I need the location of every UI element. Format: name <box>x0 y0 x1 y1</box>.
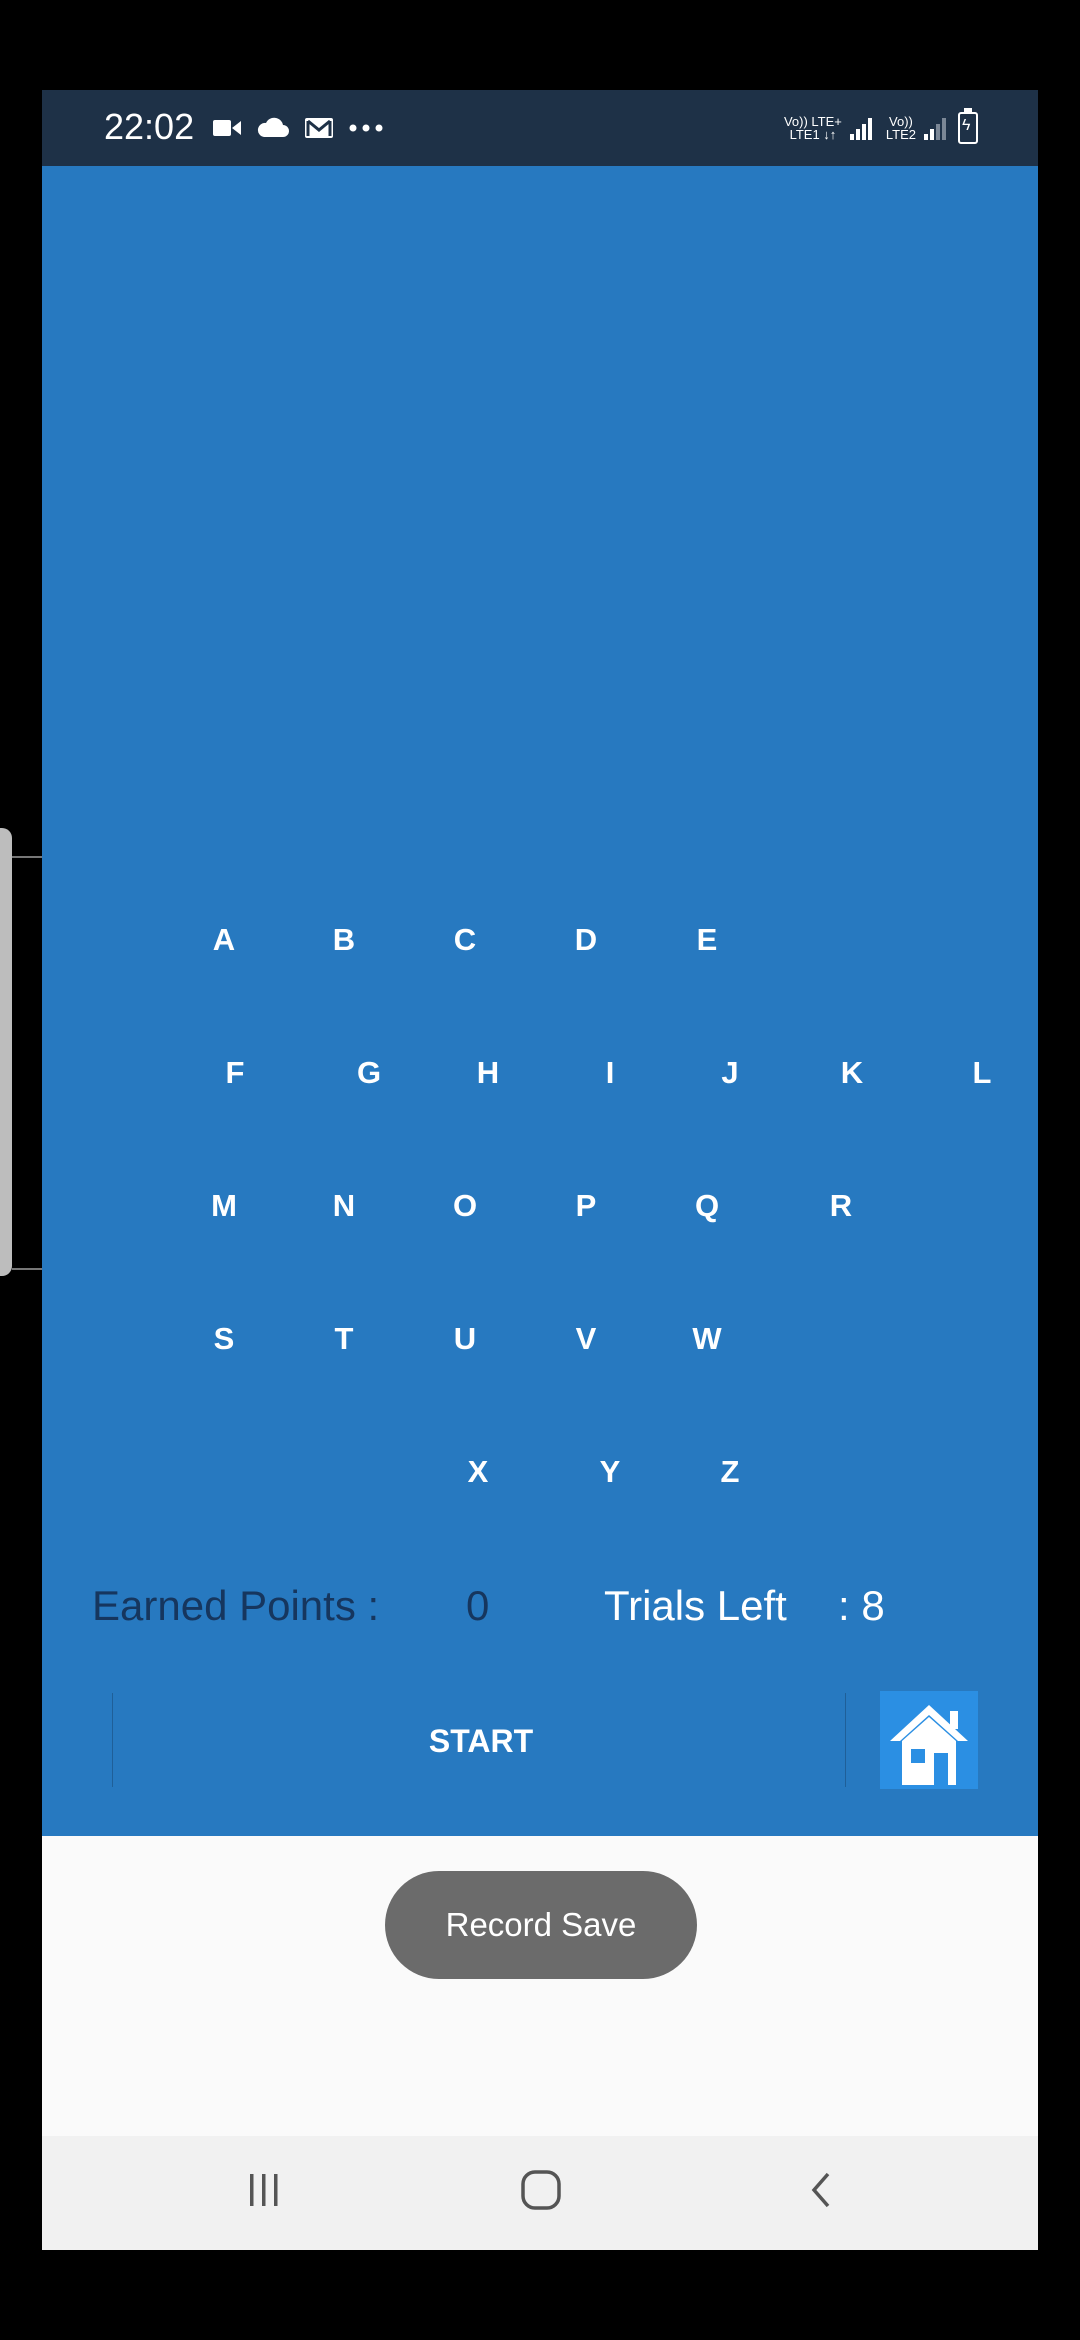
letter-d[interactable]: D <box>575 922 597 958</box>
home-button[interactable] <box>880 1691 978 1789</box>
status-bar: 22:02 Vo)) LTE+ LTE1 ↓↑ Vo)) LTE2 ϟ <box>42 90 1038 166</box>
recent-apps-button[interactable] <box>234 2160 294 2220</box>
sim2-network: Vo)) LTE2 <box>886 115 916 141</box>
back-button[interactable] <box>792 2160 852 2220</box>
cloud-icon <box>257 117 289 137</box>
earned-points-label: Earned Points : <box>92 1582 380 1629</box>
recent-apps-icon <box>250 2174 278 2206</box>
phone-screen: 22:02 Vo)) LTE+ LTE1 ↓↑ Vo)) LTE2 ϟ A B … <box>42 90 1038 2250</box>
letter-h[interactable]: H <box>477 1055 499 1091</box>
home-icon <box>880 1691 978 1789</box>
start-button[interactable]: START <box>108 1696 854 1786</box>
letter-u[interactable]: U <box>454 1321 476 1357</box>
sim1-network-bottom: LTE1 ↓↑ <box>789 127 837 142</box>
battery-charging-icon: ϟ <box>958 108 978 144</box>
letter-l[interactable]: L <box>973 1055 992 1091</box>
signal-strength-1-icon <box>849 116 872 140</box>
trials-left-value: : 8 <box>838 1582 885 1629</box>
record-save-toast: Record Save <box>385 1871 697 1979</box>
letter-e[interactable]: E <box>697 922 718 958</box>
letter-f[interactable]: F <box>226 1055 245 1091</box>
letter-i[interactable]: I <box>606 1055 615 1091</box>
letter-y[interactable]: Y <box>600 1454 621 1490</box>
notification-icons <box>212 112 384 144</box>
video-camera-icon <box>213 120 241 136</box>
letter-r[interactable]: R <box>830 1188 852 1224</box>
letter-m[interactable]: M <box>211 1188 237 1224</box>
trials-left-label: Trials Left <box>604 1582 787 1629</box>
more-dots-icon <box>349 124 383 132</box>
status-time: 22:02 <box>104 106 195 147</box>
letter-p[interactable]: P <box>576 1188 597 1224</box>
letter-v[interactable]: V <box>576 1321 597 1357</box>
letter-o[interactable]: O <box>453 1188 477 1224</box>
letter-c[interactable]: C <box>454 922 476 958</box>
letter-x[interactable]: X <box>468 1454 489 1490</box>
status-right-icons: Vo)) LTE+ LTE1 ↓↑ Vo)) LTE2 ϟ <box>784 104 978 152</box>
letter-w[interactable]: W <box>692 1321 721 1357</box>
letter-k[interactable]: K <box>841 1055 863 1091</box>
letter-q[interactable]: Q <box>695 1188 719 1224</box>
letter-a[interactable]: A <box>213 922 235 958</box>
letter-j[interactable]: J <box>721 1055 738 1091</box>
letter-n[interactable]: N <box>333 1188 355 1224</box>
back-icon <box>811 2172 830 2208</box>
home-nav-button[interactable] <box>511 2160 571 2220</box>
sim1-network: Vo)) LTE+ LTE1 ↓↑ <box>784 115 842 141</box>
system-nav-bar <box>42 2136 1038 2250</box>
home-circle-icon <box>521 2170 561 2210</box>
letter-t[interactable]: T <box>335 1321 354 1357</box>
letter-b[interactable]: B <box>333 922 355 958</box>
gmail-icon <box>305 118 333 138</box>
letter-g[interactable]: G <box>357 1055 381 1091</box>
letter-z[interactable]: Z <box>721 1454 740 1490</box>
sim2-network-bottom: LTE2 <box>885 127 916 142</box>
game-area: A B C D E F G H I J K L M N O P Q R S T … <box>42 166 1038 1836</box>
edge-panel-handle[interactable] <box>0 828 12 1276</box>
earned-points-value: 0 <box>466 1582 490 1629</box>
signal-strength-2-icon <box>924 116 946 140</box>
letter-s[interactable]: S <box>214 1321 235 1357</box>
